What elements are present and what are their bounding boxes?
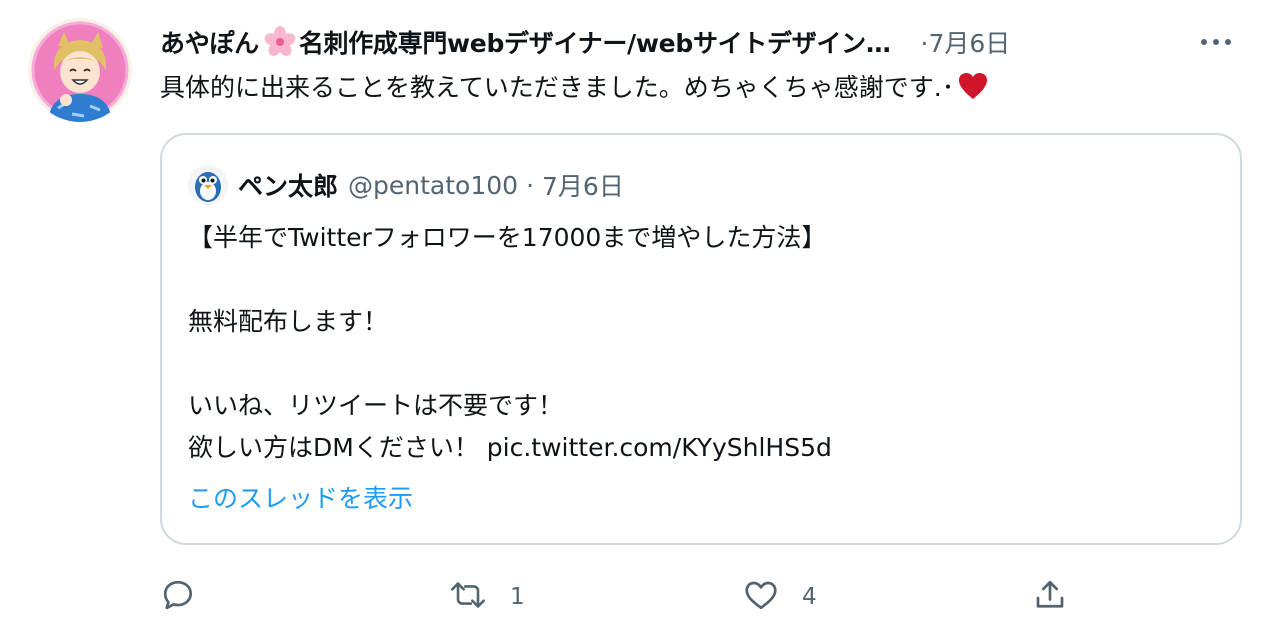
- quoted-tweet-header: ペン太郎 @pentato100 · 7月6日: [188, 163, 624, 207]
- meta-dot: ·: [920, 29, 929, 58]
- quoted-author-handle[interactable]: @pentato100: [348, 171, 518, 200]
- cherry-blossom-icon: [263, 25, 297, 59]
- red-heart-icon: [958, 72, 988, 112]
- quoted-author-name[interactable]: ペン太郎: [238, 167, 338, 203]
- author-name-part2[interactable]: 名刺作成専門webデザイナー/webサイトデザイン…: [299, 24, 891, 60]
- tweet-text: 具体的に出来ることを教えていただきました。めちゃくちゃ感謝です.･: [160, 68, 988, 112]
- like-button[interactable]: 4: [742, 574, 817, 620]
- more-icon[interactable]: [1198, 28, 1234, 56]
- quoted-tweet[interactable]: ペン太郎 @pentato100 · 7月6日 【半年でTwitterフォロワー…: [160, 133, 1242, 545]
- like-icon[interactable]: [742, 577, 780, 617]
- retweet-count: 1: [510, 584, 525, 610]
- tweet-header: あやぽん 名刺作成専門webデザイナー/webサイトデザイン… ·7月6日: [160, 22, 1260, 62]
- quoted-tweet-text: 【半年でTwitterフォロワーを17000まで増やした方法】 無料配布します！…: [188, 223, 832, 462]
- tweet-text-content: 具体的に出来ることを教えていただきました。めちゃくちゃ感謝です.･: [160, 73, 955, 102]
- quoted-meta-dot: ·: [526, 170, 535, 200]
- quoted-author-avatar[interactable]: [188, 165, 228, 205]
- quoted-tweet-date[interactable]: 7月6日: [542, 167, 624, 203]
- like-count: 4: [802, 584, 817, 610]
- author-avatar[interactable]: [28, 18, 132, 122]
- reply-button[interactable]: [160, 574, 218, 620]
- retweet-icon[interactable]: [448, 577, 488, 617]
- author-name[interactable]: あやぽん 名刺作成専門webデザイナー/webサイトデザイン…: [160, 24, 891, 60]
- tweet-date[interactable]: ·7月6日: [921, 24, 1011, 60]
- tweet-actions: 1 4: [160, 574, 1260, 620]
- share-icon[interactable]: [1032, 576, 1068, 618]
- retweet-button[interactable]: 1: [448, 574, 525, 620]
- tweet-date-text[interactable]: 7月6日: [929, 29, 1011, 58]
- reply-icon[interactable]: [160, 577, 196, 617]
- show-thread-link[interactable]: このスレッドを表示: [188, 479, 413, 515]
- tweet[interactable]: あやぽん 名刺作成専門webデザイナー/webサイトデザイン… ·7月6日 具体…: [0, 0, 1280, 637]
- share-button[interactable]: [1032, 574, 1068, 620]
- author-name-part1[interactable]: あやぽん: [160, 24, 259, 60]
